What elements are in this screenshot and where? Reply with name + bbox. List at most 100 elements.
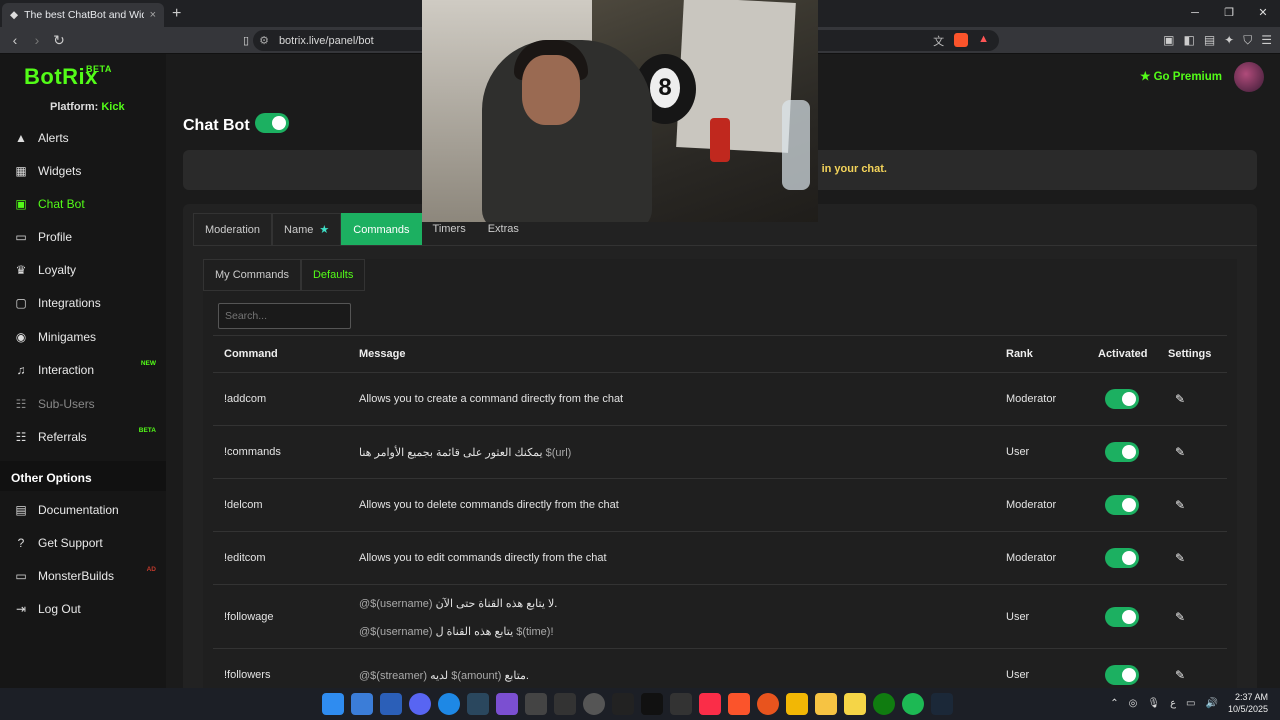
clock-time: 2:37 AM bbox=[1234, 692, 1268, 702]
sidebar-item-alerts[interactable]: ▲ Alerts bbox=[0, 122, 166, 154]
tab-moderation[interactable]: Moderation bbox=[193, 213, 273, 245]
sidebar-item-documentation[interactable]: ▤ Documentation bbox=[0, 494, 166, 526]
steam-icon[interactable] bbox=[467, 693, 489, 715]
sidebar-item-referrals[interactable]: ☷ Referrals BETA bbox=[0, 421, 166, 453]
sidebar-item-monsterbuilds[interactable]: ▭ MonsterBuilds AD bbox=[0, 560, 166, 592]
sidebar-item-loyalty[interactable]: ♛ Loyalty bbox=[0, 254, 166, 286]
activated-toggle[interactable] bbox=[1105, 389, 1139, 409]
screenshot-icon[interactable]: ▣ bbox=[1163, 33, 1174, 48]
sidebar-toggle-icon[interactable]: ◧ bbox=[1183, 33, 1194, 48]
reload-icon[interactable]: ↻ bbox=[48, 32, 70, 49]
url-text[interactable]: botrix.live/panel/bot bbox=[279, 35, 374, 47]
edit-icon[interactable]: ✎ bbox=[1175, 551, 1185, 565]
sidebar-item-sub-users[interactable]: ☷ Sub-Users bbox=[0, 388, 166, 420]
language-indicator[interactable]: ع bbox=[1170, 698, 1176, 709]
brave-shields-icon[interactable] bbox=[954, 32, 969, 47]
app-icon[interactable] bbox=[757, 693, 779, 715]
app-icon[interactable] bbox=[525, 693, 547, 715]
sidebar-item-log-out[interactable]: ⇥ Log Out bbox=[0, 593, 166, 625]
app-icon[interactable] bbox=[844, 693, 866, 715]
sidebar-item-profile[interactable]: ▭ Profile bbox=[0, 221, 166, 253]
music-app-icon[interactable] bbox=[699, 693, 721, 715]
edit-icon[interactable]: ✎ bbox=[1175, 668, 1185, 682]
sidebar-item-widgets[interactable]: ▦ Widgets bbox=[0, 155, 166, 187]
activated-toggle[interactable] bbox=[1105, 442, 1139, 462]
activated-toggle[interactable] bbox=[1105, 606, 1139, 627]
sidebar-item-get-support[interactable]: ? Get Support bbox=[0, 527, 166, 559]
menu-icon[interactable]: ☰ bbox=[1261, 33, 1272, 48]
webcam-overlay[interactable] bbox=[422, 0, 818, 222]
edit-icon[interactable]: ✎ bbox=[1175, 610, 1185, 624]
tab-my-commands[interactable]: My Commands bbox=[203, 259, 301, 291]
user-avatar[interactable] bbox=[1234, 62, 1264, 92]
volume-icon[interactable]: 🔊 bbox=[1206, 698, 1218, 709]
bookmark-icon[interactable]: ▯ bbox=[243, 34, 249, 47]
new-tab-button[interactable]: + bbox=[172, 5, 181, 23]
sidebar-item-integrations[interactable]: ▢ Integrations bbox=[0, 287, 166, 319]
search-input[interactable] bbox=[218, 303, 351, 329]
minimize-icon[interactable]: ─ bbox=[1178, 0, 1212, 27]
site-info-icon[interactable]: ⚙ bbox=[259, 34, 269, 47]
vpn-icon[interactable]: ⛉ bbox=[1243, 33, 1252, 48]
back-icon[interactable]: ‹ bbox=[4, 32, 26, 48]
app-icon[interactable] bbox=[612, 693, 634, 715]
capcut-icon[interactable] bbox=[641, 693, 663, 715]
ad-badge: AD bbox=[146, 566, 156, 573]
chevron-up-icon[interactable]: ⌃ bbox=[1110, 698, 1118, 709]
app-icon[interactable] bbox=[438, 693, 460, 715]
edit-icon[interactable]: ✎ bbox=[1175, 445, 1185, 459]
header-command[interactable]: Command bbox=[224, 348, 278, 360]
activated-toggle[interactable] bbox=[1105, 495, 1139, 515]
new-badge: NEW bbox=[140, 360, 156, 367]
close-window-icon[interactable]: ✕ bbox=[1246, 0, 1280, 27]
translate-icon[interactable]: 文 bbox=[933, 33, 944, 49]
gallery-icon[interactable] bbox=[351, 693, 373, 715]
app-icon[interactable] bbox=[496, 693, 518, 715]
tab-commands[interactable]: Commands bbox=[341, 213, 422, 245]
header-message[interactable]: Message bbox=[359, 348, 405, 360]
command-rank: Moderator bbox=[1006, 393, 1057, 405]
restore-icon[interactable]: ❐ bbox=[1212, 0, 1246, 27]
xbox-icon[interactable] bbox=[873, 693, 895, 715]
terminal-icon[interactable] bbox=[670, 693, 692, 715]
brave-browser-icon[interactable] bbox=[728, 693, 750, 715]
steam-icon[interactable] bbox=[931, 693, 953, 715]
network-app-icon[interactable]: ◎ bbox=[1129, 698, 1138, 709]
close-tab-icon[interactable]: × bbox=[150, 9, 156, 21]
activated-toggle[interactable] bbox=[1105, 548, 1139, 568]
go-premium-link[interactable]: ★ Go Premium bbox=[1140, 69, 1222, 83]
clock-date: 10/5/2025 bbox=[1227, 704, 1268, 714]
display-icon[interactable]: ▭ bbox=[1186, 698, 1195, 709]
forward-icon[interactable]: › bbox=[26, 32, 48, 48]
start-icon[interactable] bbox=[322, 693, 344, 715]
app-icon[interactable] bbox=[583, 693, 605, 715]
sidebar-item-chat-bot[interactable]: ▣ Chat Bot bbox=[0, 188, 166, 220]
tab-defaults[interactable]: Defaults bbox=[300, 259, 366, 291]
sidebar-item-minigames[interactable]: ◉ Minigames bbox=[0, 321, 166, 353]
tab-name[interactable]: Name ★ bbox=[272, 213, 342, 245]
leo-ai-icon[interactable]: ✦ bbox=[1224, 33, 1234, 48]
message-variable: $(amount) bbox=[451, 669, 502, 682]
sidebar-item-interaction[interactable]: ♫ Interaction NEW bbox=[0, 354, 166, 386]
file-explorer-icon[interactable] bbox=[815, 693, 837, 715]
wallet-icon[interactable]: ▤ bbox=[1204, 33, 1215, 48]
chat-bot-toggle[interactable] bbox=[255, 113, 289, 133]
header-rank[interactable]: Rank bbox=[1006, 348, 1033, 360]
clock[interactable]: 2:37 AM 10/5/2025 bbox=[1228, 691, 1268, 715]
header-activated[interactable]: Activated bbox=[1098, 348, 1148, 360]
brand-logo[interactable]: BotRix BETA bbox=[24, 64, 111, 90]
command-name: !editcom bbox=[224, 552, 266, 564]
epic-games-icon[interactable] bbox=[554, 693, 576, 715]
mic-icon[interactable]: 🎙 bbox=[1147, 698, 1160, 709]
app-icon[interactable] bbox=[786, 693, 808, 715]
message-text: متابع. bbox=[504, 669, 529, 682]
word-icon[interactable] bbox=[380, 693, 402, 715]
browser-tab[interactable]: ◆ The best ChatBot and Widgets fo × bbox=[2, 3, 164, 27]
discord-icon[interactable] bbox=[409, 693, 431, 715]
activated-toggle[interactable] bbox=[1105, 665, 1139, 685]
command-name: !commands bbox=[224, 446, 281, 458]
spotify-icon[interactable] bbox=[902, 693, 924, 715]
rewards-icon[interactable]: ▲ bbox=[978, 33, 989, 49]
edit-icon[interactable]: ✎ bbox=[1175, 498, 1185, 512]
edit-icon[interactable]: ✎ bbox=[1175, 392, 1185, 406]
